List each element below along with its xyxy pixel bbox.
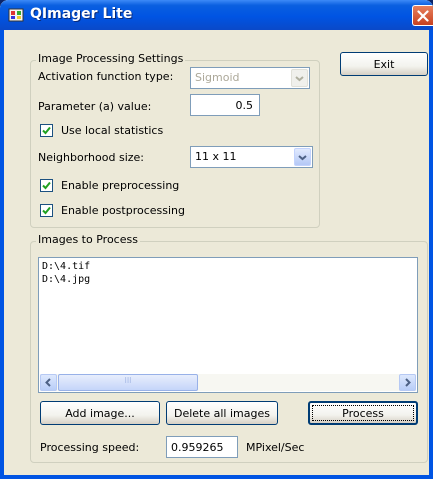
checkmark-icon (42, 126, 51, 135)
chevron-right-icon (405, 378, 411, 387)
preprocessing-checkbox[interactable] (40, 179, 53, 192)
close-icon (417, 10, 429, 22)
activation-dropdown-button[interactable] (291, 69, 308, 87)
preprocessing-label: Enable preprocessing (61, 179, 180, 192)
parameter-input-box (190, 94, 260, 116)
list-item[interactable]: D:\4.tif (42, 261, 90, 272)
checkmark-icon (42, 206, 51, 215)
window-frame-right (429, 30, 433, 479)
add-image-button-label: Add image... (65, 406, 135, 420)
list-item[interactable]: D:\4.jpg (42, 274, 90, 285)
scroll-right-button[interactable] (399, 374, 416, 391)
neighborhood-dropdown-button[interactable] (294, 148, 311, 166)
checkmark-icon (42, 181, 51, 190)
images-list[interactable]: D:\4.tif D:\4.jpg III (38, 257, 418, 393)
settings-group-label: Image Processing Settings (36, 52, 186, 65)
processing-speed-label: Processing speed: (40, 441, 140, 454)
horizontal-scrollbar[interactable]: III (40, 374, 416, 391)
scroll-grip: III (124, 376, 132, 385)
chevron-left-icon (45, 378, 51, 387)
scroll-thumb[interactable]: III (58, 374, 198, 391)
app-window: QImager Lite Image Processing Settings A… (0, 0, 433, 479)
title-bar[interactable]: QImager Lite (0, 0, 433, 30)
scroll-left-button[interactable] (40, 374, 57, 391)
neighborhood-label: Neighborhood size: (38, 151, 144, 164)
postprocessing-label: Enable postprocessing (61, 204, 186, 217)
window-title: QImager Lite (30, 6, 133, 22)
local-stats-checkbox[interactable] (40, 124, 53, 137)
parameter-label: Parameter (a) value: (38, 100, 152, 113)
close-button[interactable] (412, 5, 433, 26)
processing-speed-output (167, 437, 237, 457)
activation-value: Sigmoid (195, 71, 240, 84)
chevron-down-icon (298, 155, 307, 161)
processing-speed-box (166, 436, 238, 458)
processing-speed-unit: MPixel/Sec (246, 441, 305, 454)
neighborhood-value: 11 x 11 (195, 150, 237, 163)
add-image-button[interactable]: Add image... (40, 401, 160, 425)
activation-label: Activation function type: (38, 70, 174, 83)
process-button-label: Process (342, 406, 384, 420)
window-frame-bottom (0, 475, 433, 479)
delete-all-images-button-label: Delete all images (174, 406, 270, 420)
app-icon (8, 8, 24, 22)
process-button[interactable]: Process (308, 401, 418, 425)
activation-select[interactable]: Sigmoid (190, 67, 310, 89)
exit-button-label: Exit (373, 57, 395, 71)
images-group-label: Images to Process (36, 233, 140, 246)
postprocessing-checkbox[interactable] (40, 204, 53, 217)
neighborhood-select[interactable]: 11 x 11 (190, 146, 313, 168)
parameter-input[interactable] (191, 95, 259, 115)
local-stats-label: Use local statistics (61, 124, 164, 137)
window-frame-left (0, 30, 4, 479)
chevron-down-icon (295, 76, 304, 82)
exit-button[interactable]: Exit (340, 52, 428, 76)
delete-all-images-button[interactable]: Delete all images (166, 401, 278, 425)
